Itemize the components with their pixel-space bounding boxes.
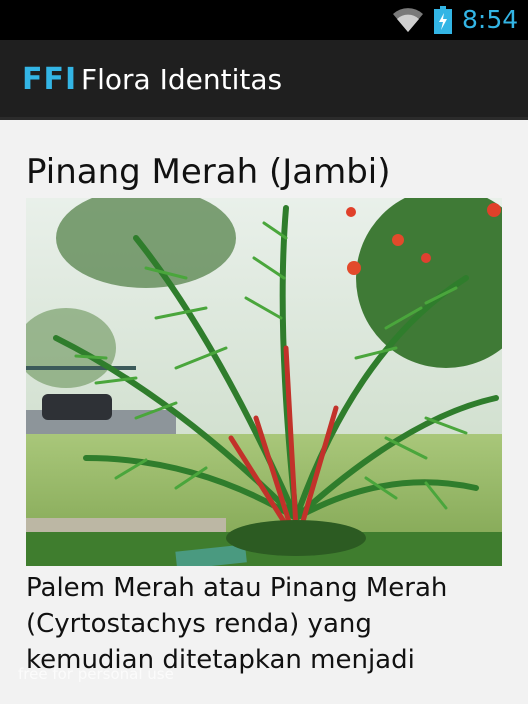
status-bar: 8:54 bbox=[0, 0, 528, 40]
plant-title: Pinang Merah (Jambi) bbox=[26, 152, 391, 192]
clock: 8:54 bbox=[462, 5, 519, 34]
app-title: Flora Identitas bbox=[81, 63, 283, 96]
wifi-icon bbox=[393, 8, 423, 33]
action-bar: FFI Flora Identitas bbox=[0, 40, 528, 120]
app-logo[interactable]: FFI bbox=[22, 62, 77, 98]
battery-icon bbox=[434, 6, 452, 34]
content: Pinang Merah (Jambi) Palem Merah atau Pi… bbox=[0, 120, 528, 704]
plant-description: Palem Merah atau Pinang Merah (Cyrtostac… bbox=[26, 573, 448, 675]
watermark: free for personal use bbox=[18, 665, 174, 683]
plant-photo bbox=[26, 198, 502, 566]
